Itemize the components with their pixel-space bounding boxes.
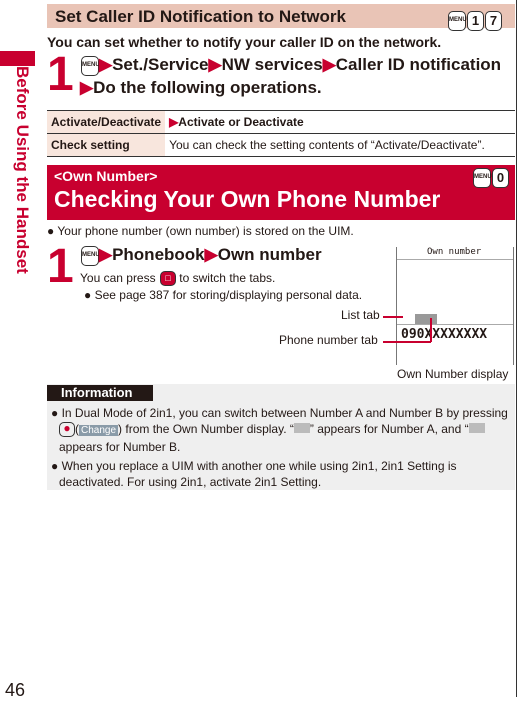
section-header-own-number: <Own Number> Checking Your Own Phone Num…	[47, 165, 515, 220]
section-title: Checking Your Own Phone Number	[54, 186, 441, 212]
callout-line	[383, 341, 431, 343]
section-header-caller-id: Set Caller ID Notification to Network ME…	[47, 4, 515, 31]
side-tab-label: Before Using the Handset	[13, 66, 32, 274]
nav-key-icon: □	[159, 271, 176, 287]
operations-table: Activate/Deactivate ▶Activate or Deactiva…	[47, 110, 515, 157]
step-instruction: MENU▶Set./Service▶NW services▶Caller ID …	[80, 55, 502, 97]
intro-text: You can set whether to notify your calle…	[47, 34, 442, 50]
key-0-icon: 0	[492, 168, 509, 188]
information-box: Information ● In Dual Mode of 2in1, you …	[47, 384, 515, 490]
step-number: 1	[47, 240, 74, 293]
phone-number: 090XXXXXXXX	[401, 327, 488, 342]
number-b-icon	[468, 423, 485, 433]
step-number: 1	[47, 48, 74, 101]
table-row: Activate/Deactivate ▶Activate or Deactiva…	[47, 110, 515, 134]
phone-number-tab	[415, 314, 437, 324]
key-7-icon: 7	[485, 10, 502, 31]
list-tab-label: List tab	[341, 308, 380, 322]
section-subtitle: <Own Number>	[54, 168, 158, 184]
information-label: Information	[47, 385, 153, 401]
menu-key-icon: MENU	[81, 55, 100, 76]
step-instruction: MENU▶Phonebook▶Own number	[81, 245, 322, 266]
callout-line	[383, 316, 403, 318]
key-sequence: MENU 1 7	[447, 10, 502, 31]
side-tab-marker	[0, 51, 35, 66]
phone-tab-label: Phone number tab	[279, 333, 378, 347]
page-edge-line	[516, 0, 517, 697]
info-item: ● In Dual Mode of 2in1, you can switch b…	[51, 406, 508, 454]
number-a-icon	[293, 423, 310, 433]
info-item: ● When you replace a UIM with another on…	[51, 459, 457, 489]
section-title: Set Caller ID Notification to Network	[55, 7, 346, 26]
page-number: 46	[5, 680, 26, 700]
own-number-screen: Own number 090XXXXXXXX	[396, 247, 514, 365]
menu-key-icon: MENU	[473, 168, 492, 188]
menu-key-icon: MENU	[448, 10, 467, 31]
table-row: Check setting You can check the setting c…	[47, 133, 515, 157]
bullet-text: ● Your phone number (own number) is stor…	[47, 224, 354, 238]
screen-caption: Own Number display	[397, 367, 509, 381]
callout-line	[430, 318, 432, 342]
center-key-icon: ●	[59, 422, 75, 438]
tabs	[397, 314, 513, 325]
key-sequence: MENU 0	[472, 168, 509, 188]
menu-key-icon: MENU	[81, 245, 100, 266]
key-1-icon: 1	[467, 10, 484, 31]
tab-switch-note: You can press □ to switch the tabs.	[80, 271, 276, 287]
bullet-text: ● See page 387 for storing/displaying pe…	[84, 288, 363, 302]
